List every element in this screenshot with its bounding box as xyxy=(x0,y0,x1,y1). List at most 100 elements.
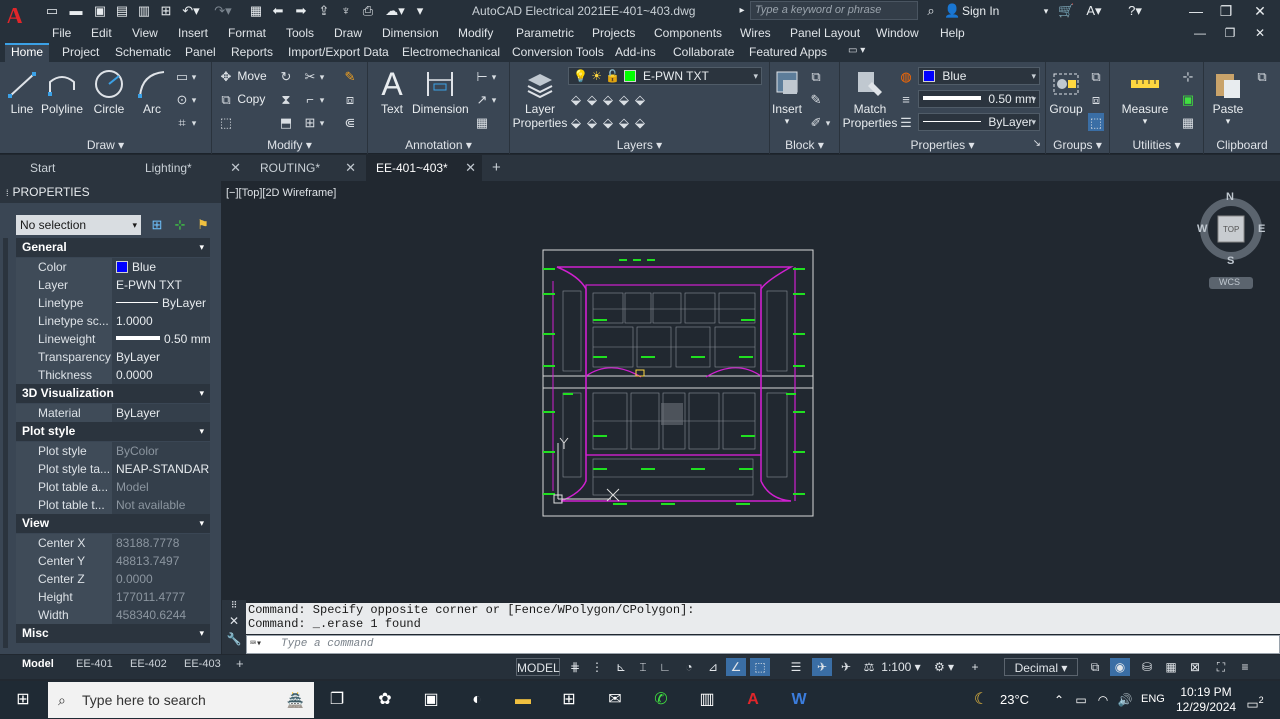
plot-icon[interactable]: ▦ xyxy=(248,3,264,19)
share-icon[interactable]: ☁▾ xyxy=(382,3,408,19)
property-row[interactable]: Plot style ta... NEAP-STANDAR... xyxy=(16,460,210,478)
tab-home[interactable]: Home xyxy=(5,43,50,62)
circle-tool[interactable]: Circle xyxy=(90,68,128,116)
menu-wires[interactable]: Wires xyxy=(740,26,771,40)
task-view-icon[interactable]: ❐ xyxy=(324,687,350,713)
property-value[interactable]: 0.50 mm xyxy=(112,330,210,348)
save-icon[interactable]: ▣ xyxy=(92,3,108,19)
clean-screen-icon[interactable]: ⊠ xyxy=(1186,658,1204,676)
property-value[interactable]: 1.0000 xyxy=(112,312,210,330)
hardware-acceleration-icon[interactable]: ▦ xyxy=(1162,658,1180,676)
save-as-icon[interactable]: ▤ xyxy=(114,3,130,19)
model-space-button[interactable]: MODEL xyxy=(516,658,560,676)
property-row[interactable]: Center Z 0.0000 xyxy=(16,570,210,588)
file-explorer-icon[interactable]: ▬ xyxy=(510,687,536,713)
property-row[interactable]: Center X 83188.7778 xyxy=(16,534,210,552)
upload-icon[interactable]: ⇪ xyxy=(316,3,332,19)
copilot-icon[interactable]: ✿ xyxy=(372,687,398,713)
scale-icon[interactable]: ⬒ xyxy=(278,113,294,131)
search-input[interactable]: Type a keyword or phrase xyxy=(750,1,918,20)
search-icon[interactable]: ⌕ xyxy=(922,3,940,19)
annotation-panel-title[interactable]: Annotation ▾ xyxy=(368,138,509,152)
compass-south[interactable]: S xyxy=(1227,255,1234,267)
print-icon[interactable]: ⎙ xyxy=(360,3,376,19)
properties-scrollbar[interactable] xyxy=(3,238,8,648)
block-attribute-icon[interactable]: ✐ ▾ xyxy=(808,113,832,131)
property-row[interactable]: Center Y 48813.7497 xyxy=(16,552,210,570)
property-row[interactable]: Layer E-PWN TXT xyxy=(16,276,210,294)
rectangle-icon[interactable]: ▭ ▾ xyxy=(174,67,198,85)
property-value[interactable]: Model xyxy=(112,478,210,496)
new-tab-icon[interactable]: + xyxy=(486,155,510,181)
property-row[interactable]: Transparency ByLayer xyxy=(16,348,210,366)
menu-dimension[interactable]: Dimension xyxy=(382,26,439,40)
linetype-dropdown[interactable]: ByLayer ▾ xyxy=(918,113,1040,131)
groups-panel-title[interactable]: Groups ▾ xyxy=(1046,138,1109,152)
layer-tools-row-1-icon[interactable]: ⬙ ⬙ ⬙ ⬙ ⬙ xyxy=(568,90,648,108)
property-value[interactable]: 177011.4777 xyxy=(112,588,210,606)
measure-tool[interactable]: Measure ▾ xyxy=(1120,68,1170,127)
tab-collaborate[interactable]: Collaborate xyxy=(673,45,734,62)
property-value[interactable]: 0.0000 xyxy=(112,366,210,384)
restore-icon[interactable]: ❐ xyxy=(1216,1,1236,21)
property-value[interactable]: 0.0000 xyxy=(112,570,210,588)
linear-dim-icon[interactable]: ⊢ ▾ xyxy=(474,67,498,85)
layers-panel-title[interactable]: Layers ▾ xyxy=(510,138,769,152)
close-tab-icon[interactable]: ✕ xyxy=(345,155,356,181)
arc-tool[interactable]: Arc xyxy=(134,68,170,116)
property-row[interactable]: Material ByLayer xyxy=(16,404,210,422)
property-row[interactable]: Height 177011.4777 xyxy=(16,588,210,606)
menu-projects[interactable]: Projects xyxy=(592,26,635,40)
autodesk-a360-icon[interactable]: A▾ xyxy=(1080,3,1108,19)
line-tool[interactable]: Line xyxy=(6,68,38,116)
new-file-icon[interactable]: ▭ xyxy=(44,3,60,19)
taskbar-clock[interactable]: 10:19 PM 12/29/2024 xyxy=(1176,685,1236,715)
drawing-area[interactable]: [−][Top][2D Wireframe] N S W E TOP WCS xyxy=(221,181,1280,596)
section-collapse-icon[interactable]: ▾ xyxy=(199,624,204,643)
selection-dropdown[interactable]: No selection ▾ xyxy=(16,215,141,235)
search-expand-icon[interactable]: ▸ xyxy=(736,3,748,19)
ribbon-minimize-icon[interactable]: ▭ ▾ xyxy=(848,45,865,62)
toggle-pickadd-icon[interactable]: ⊞ xyxy=(149,217,165,233)
property-value[interactable]: 83188.7778 xyxy=(112,534,210,552)
group-select-icon[interactable]: ⬚ xyxy=(1088,113,1104,131)
minimize-icon[interactable]: — xyxy=(1186,1,1206,21)
doc-tab-start[interactable]: Start xyxy=(20,155,130,181)
command-close-icon[interactable]: ✕ xyxy=(222,612,246,630)
property-value[interactable]: 458340.6244 xyxy=(112,606,210,624)
fullscreen-icon[interactable]: ⛶ xyxy=(1212,658,1230,676)
menu-draw[interactable]: Draw xyxy=(334,26,362,40)
compass-east[interactable]: E xyxy=(1258,223,1265,235)
copy-tool[interactable]: ⧉ Copy xyxy=(218,90,265,108)
property-value[interactable]: NEAP-STANDAR... xyxy=(112,460,210,478)
forward-arrow-icon[interactable]: ➡ xyxy=(293,3,309,19)
object-snap-icon[interactable]: ⬚ xyxy=(750,658,770,676)
web-save-icon[interactable]: ▥ xyxy=(136,3,152,19)
color-dropdown[interactable]: Blue ▾ xyxy=(918,67,1040,85)
boundary-icon[interactable]: ⌗ ▾ xyxy=(174,113,198,131)
insert-tool[interactable]: Insert ▾ xyxy=(770,68,804,127)
isodraft-icon[interactable]: ⊿ xyxy=(704,658,722,676)
command-grip-icon[interactable]: ⠿ xyxy=(222,600,246,612)
menu-view[interactable]: View xyxy=(132,26,158,40)
modify-panel-title[interactable]: Modify ▾ xyxy=(212,138,367,152)
properties-panel-title[interactable]: Properties ▾ ↘ xyxy=(840,138,1045,152)
back-arrow-icon[interactable]: ⬅ xyxy=(270,3,286,19)
layout-tab-ee-401[interactable]: EE-401 xyxy=(76,658,113,670)
close-icon[interactable]: ✕ xyxy=(1250,1,1270,21)
menu-components[interactable]: Components xyxy=(654,26,722,40)
command-prompt-icon[interactable]: ⌨▾ xyxy=(250,636,262,653)
calculator-icon[interactable]: ▦ xyxy=(1180,113,1196,131)
ortho-icon[interactable]: ∟ xyxy=(656,658,674,676)
menu-format[interactable]: Format xyxy=(228,26,266,40)
tab-add-ins[interactable]: Add-ins xyxy=(615,45,656,62)
move-tool[interactable]: ✥ Move xyxy=(218,67,267,85)
object-snap-tracking-icon[interactable]: ∠ xyxy=(726,658,746,676)
cut-icon[interactable]: ⧉ xyxy=(1254,67,1270,85)
tab-import-export[interactable]: Import/Export Data xyxy=(288,45,389,62)
signin-dropdown-icon[interactable]: ▾ xyxy=(1040,3,1052,19)
add-icon[interactable]: + xyxy=(966,658,984,676)
quick-properties-icon[interactable]: ⧉ xyxy=(1086,658,1104,676)
property-value[interactable]: ByLayer xyxy=(112,294,210,312)
edit-block-icon[interactable]: ✎ xyxy=(808,90,824,108)
